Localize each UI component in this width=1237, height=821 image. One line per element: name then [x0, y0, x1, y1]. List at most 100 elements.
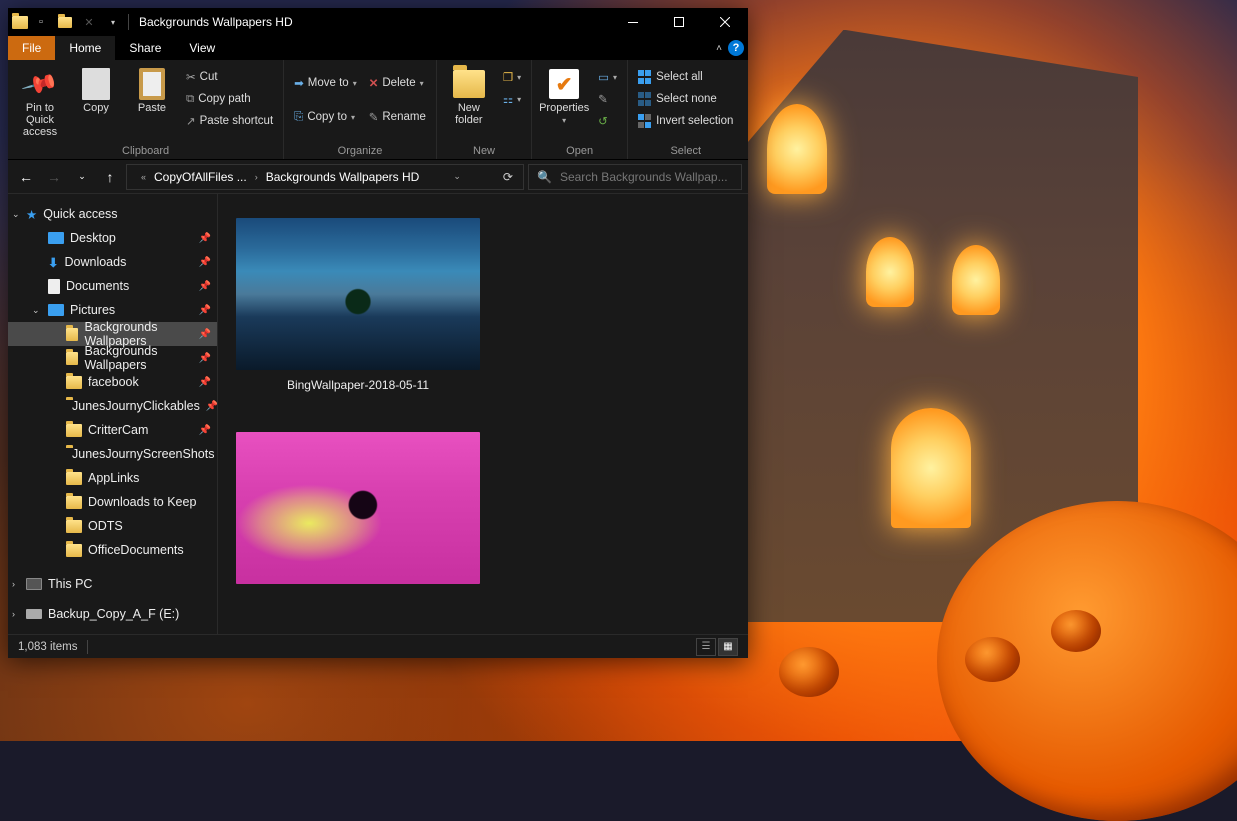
collapse-ribbon-icon[interactable]: ˄: [716, 43, 722, 54]
copy-to-button[interactable]: ⎘Copy to▾: [290, 106, 361, 128]
view-tab[interactable]: View: [175, 36, 229, 60]
sidebar-item-downloads[interactable]: ⬇Downloads📌: [8, 250, 217, 274]
chevron-down-icon[interactable]: ⌄: [449, 171, 465, 182]
ribbon-tabs: File Home Share View ˄ ?: [8, 36, 748, 60]
copy-button[interactable]: Copy: [70, 66, 122, 114]
edit-button[interactable]: ✎: [594, 88, 621, 110]
new-item-button[interactable]: ❐▾: [499, 66, 525, 88]
file-item[interactable]: BingWallpaper-2018-05-11: [234, 218, 482, 392]
wallpaper-glow: [866, 237, 914, 307]
this-pc-node[interactable]: ›This PC: [8, 572, 217, 596]
file-tab[interactable]: File: [8, 36, 55, 60]
open-group-label: Open: [538, 143, 621, 159]
home-tab[interactable]: Home: [55, 36, 115, 60]
qat-undo[interactable]: ✕: [78, 11, 100, 33]
forward-button[interactable]: →: [42, 165, 66, 189]
qat-properties[interactable]: ▫: [30, 11, 52, 33]
caret-right-icon[interactable]: ›: [12, 579, 15, 589]
file-list[interactable]: BingWallpaper-2018-05-11: [218, 194, 748, 634]
breadcrumb-segment[interactable]: CopyOfAllFiles ...: [154, 170, 247, 184]
search-input[interactable]: 🔍 Search Backgrounds Wallpap...: [528, 164, 742, 190]
shortcut-icon: ↗: [186, 114, 196, 128]
sidebar-item-crittercam[interactable]: CritterCam📌: [8, 418, 217, 442]
drive-node[interactable]: ›Backup_Copy_A_F (E:): [8, 602, 217, 626]
select-all-button[interactable]: Select all: [634, 66, 737, 88]
caret-right-icon[interactable]: ›: [12, 609, 15, 619]
pictures-icon: [48, 304, 64, 316]
move-to-button[interactable]: ➡Move to▾: [290, 72, 361, 94]
maximize-button[interactable]: [656, 8, 702, 36]
qat-newfolder[interactable]: [54, 11, 76, 33]
delete-button[interactable]: ✕Delete▾: [365, 72, 430, 94]
properties-button[interactable]: ✔ Properties ▾: [538, 66, 590, 125]
new-folder-icon: [453, 68, 485, 100]
new-folder-button[interactable]: New folder: [443, 66, 495, 126]
paste-button[interactable]: Paste: [126, 66, 178, 114]
sidebar-item-officedocuments[interactable]: OfficeDocuments: [8, 538, 217, 562]
invert-selection-button[interactable]: Invert selection: [634, 110, 737, 132]
drive-icon: [26, 609, 42, 619]
details-view-button[interactable]: ☰: [696, 638, 716, 656]
sidebar-item-backgrounds-1[interactable]: Backgrounds Wallpapers📌: [8, 322, 217, 346]
sidebar-item-applinks[interactable]: AppLinks: [8, 466, 217, 490]
sidebar-item-facebook[interactable]: facebook📌: [8, 370, 217, 394]
ribbon: 📌 Pin to Quick access Copy Paste ✂Cut ⧉C…: [8, 60, 748, 160]
thumbnails-view-button[interactable]: ▦: [718, 638, 738, 656]
sidebar-item-junes-screenshots[interactable]: JunesJournyScreenShots📌: [8, 442, 217, 466]
pin-quick-access-button[interactable]: 📌 Pin to Quick access: [14, 66, 66, 138]
breadcrumb-segment[interactable]: Backgrounds Wallpapers HD: [266, 170, 420, 184]
cut-button[interactable]: ✂Cut: [182, 66, 277, 88]
file-item[interactable]: [234, 432, 482, 584]
paste-icon: [136, 68, 168, 100]
sidebar-item-junes-clickables[interactable]: JunesJournyClickables📌: [8, 394, 217, 418]
rename-button[interactable]: ✎Rename: [365, 106, 430, 128]
chevron-right-icon[interactable]: ›: [251, 172, 262, 182]
folder-icon: [66, 376, 82, 389]
share-tab[interactable]: Share: [115, 36, 175, 60]
file-explorer-window: ▫ ✕ ▾ Backgrounds Wallpapers HD File Hom…: [8, 8, 748, 658]
properties-label: Properties: [539, 102, 589, 114]
help-icon[interactable]: ?: [728, 40, 744, 56]
wallpaper-door: [891, 408, 971, 528]
chevron-icon[interactable]: «: [137, 172, 150, 182]
paste-shortcut-button[interactable]: ↗Paste shortcut: [182, 110, 277, 132]
history-icon: ↺: [598, 114, 608, 128]
recent-locations-button[interactable]: ⌄: [70, 165, 94, 189]
thumbnail-image: [236, 432, 480, 584]
sidebar-item-downloads-keep[interactable]: Downloads to Keep: [8, 490, 217, 514]
quick-access-node[interactable]: ⌄ ★ Quick access: [8, 202, 217, 226]
minimize-button[interactable]: [610, 8, 656, 36]
properties-icon: ✔: [548, 68, 580, 100]
new-folder-label: New folder: [443, 102, 495, 126]
navigation-pane[interactable]: ⌄ ★ Quick access Desktop📌 ⬇Downloads📌 Do…: [8, 194, 218, 634]
new-group-label: New: [443, 143, 525, 159]
sidebar-item-desktop[interactable]: Desktop📌: [8, 226, 217, 250]
copy-path-button[interactable]: ⧉Copy path: [182, 88, 277, 110]
sidebar-item-pictures[interactable]: ⌄Pictures📌: [8, 298, 217, 322]
clipboard-group-label: Clipboard: [14, 143, 277, 159]
open-button[interactable]: ▭▾: [594, 66, 621, 88]
caret-down-icon[interactable]: ⌄: [12, 209, 20, 220]
easy-access-button[interactable]: ⚏▾: [499, 88, 525, 110]
qat-customize[interactable]: ▾: [102, 11, 124, 33]
sidebar-item-odts[interactable]: ODTS: [8, 514, 217, 538]
close-button[interactable]: [702, 8, 748, 36]
pin-icon: 📌: [199, 305, 211, 316]
sidebar-item-documents[interactable]: Documents📌: [8, 274, 217, 298]
folder-icon: [66, 328, 78, 341]
pin-icon: 📌: [206, 401, 218, 412]
sidebar-item-backgrounds-2[interactable]: Backgrounds Wallpapers📌: [8, 346, 217, 370]
pin-icon: 📌: [199, 425, 211, 436]
copyto-icon: ⎘: [294, 111, 303, 124]
refresh-button[interactable]: ⟳: [495, 170, 521, 184]
select-none-button[interactable]: Select none: [634, 88, 737, 110]
pin-icon: 📌: [199, 353, 211, 364]
select-group-label: Select: [634, 143, 737, 159]
caret-down-icon[interactable]: ⌄: [32, 305, 40, 316]
moveto-icon: ➡: [294, 76, 304, 90]
history-button[interactable]: ↺: [594, 110, 621, 132]
titlebar[interactable]: ▫ ✕ ▾ Backgrounds Wallpapers HD: [8, 8, 748, 36]
address-bar[interactable]: « CopyOfAllFiles ... › Backgrounds Wallp…: [126, 164, 524, 190]
up-button[interactable]: ↑: [98, 165, 122, 189]
back-button[interactable]: ←: [14, 165, 38, 189]
